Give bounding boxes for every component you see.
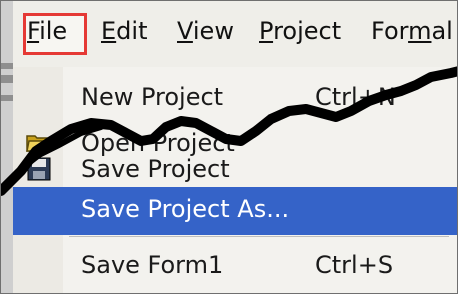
menu-separator xyxy=(69,236,449,237)
menu-bar: File Edit View Project Formal xyxy=(13,1,457,67)
menu-view-mnemonic: V xyxy=(177,17,193,45)
floppy-disk-icon xyxy=(25,155,53,183)
menu-item-save-form1-label: Save Form1 xyxy=(81,251,224,279)
menu-format[interactable]: Formal xyxy=(371,19,453,43)
menu-file[interactable]: File xyxy=(27,19,67,43)
menu-item-new-project-shortcut: Ctrl+N xyxy=(315,83,396,111)
menu-view[interactable]: View xyxy=(177,19,234,43)
menu-item-save-form1[interactable]: Save Form1 Ctrl+S xyxy=(13,243,457,291)
file-dropdown-menu: New Project Ctrl+N Open Project Save Pro… xyxy=(13,67,457,293)
screenshot-frame: File Edit View Project Formal New Projec… xyxy=(0,0,458,294)
menu-item-save-project-label: Save Project xyxy=(81,155,230,183)
menu-item-save-project-as[interactable]: Save Project As... xyxy=(13,187,457,235)
left-edge-strip xyxy=(1,1,13,293)
menu-item-new-project-label: New Project xyxy=(81,83,224,111)
menu-item-save-form1-shortcut: Ctrl+S xyxy=(315,251,394,279)
menu-edit[interactable]: Edit xyxy=(101,19,147,43)
menu-item-new-project[interactable]: New Project Ctrl+N xyxy=(13,75,457,123)
menu-file-mnemonic: F xyxy=(27,17,40,45)
menu-project-mnemonic: P xyxy=(259,17,274,45)
menu-item-save-project-as-label: Save Project As... xyxy=(81,195,290,223)
menu-project[interactable]: Project xyxy=(259,19,341,43)
menu-file-rest: ile xyxy=(39,17,68,45)
menu-format-mnemonic: m xyxy=(408,17,432,45)
menu-edit-mnemonic: E xyxy=(101,17,117,45)
